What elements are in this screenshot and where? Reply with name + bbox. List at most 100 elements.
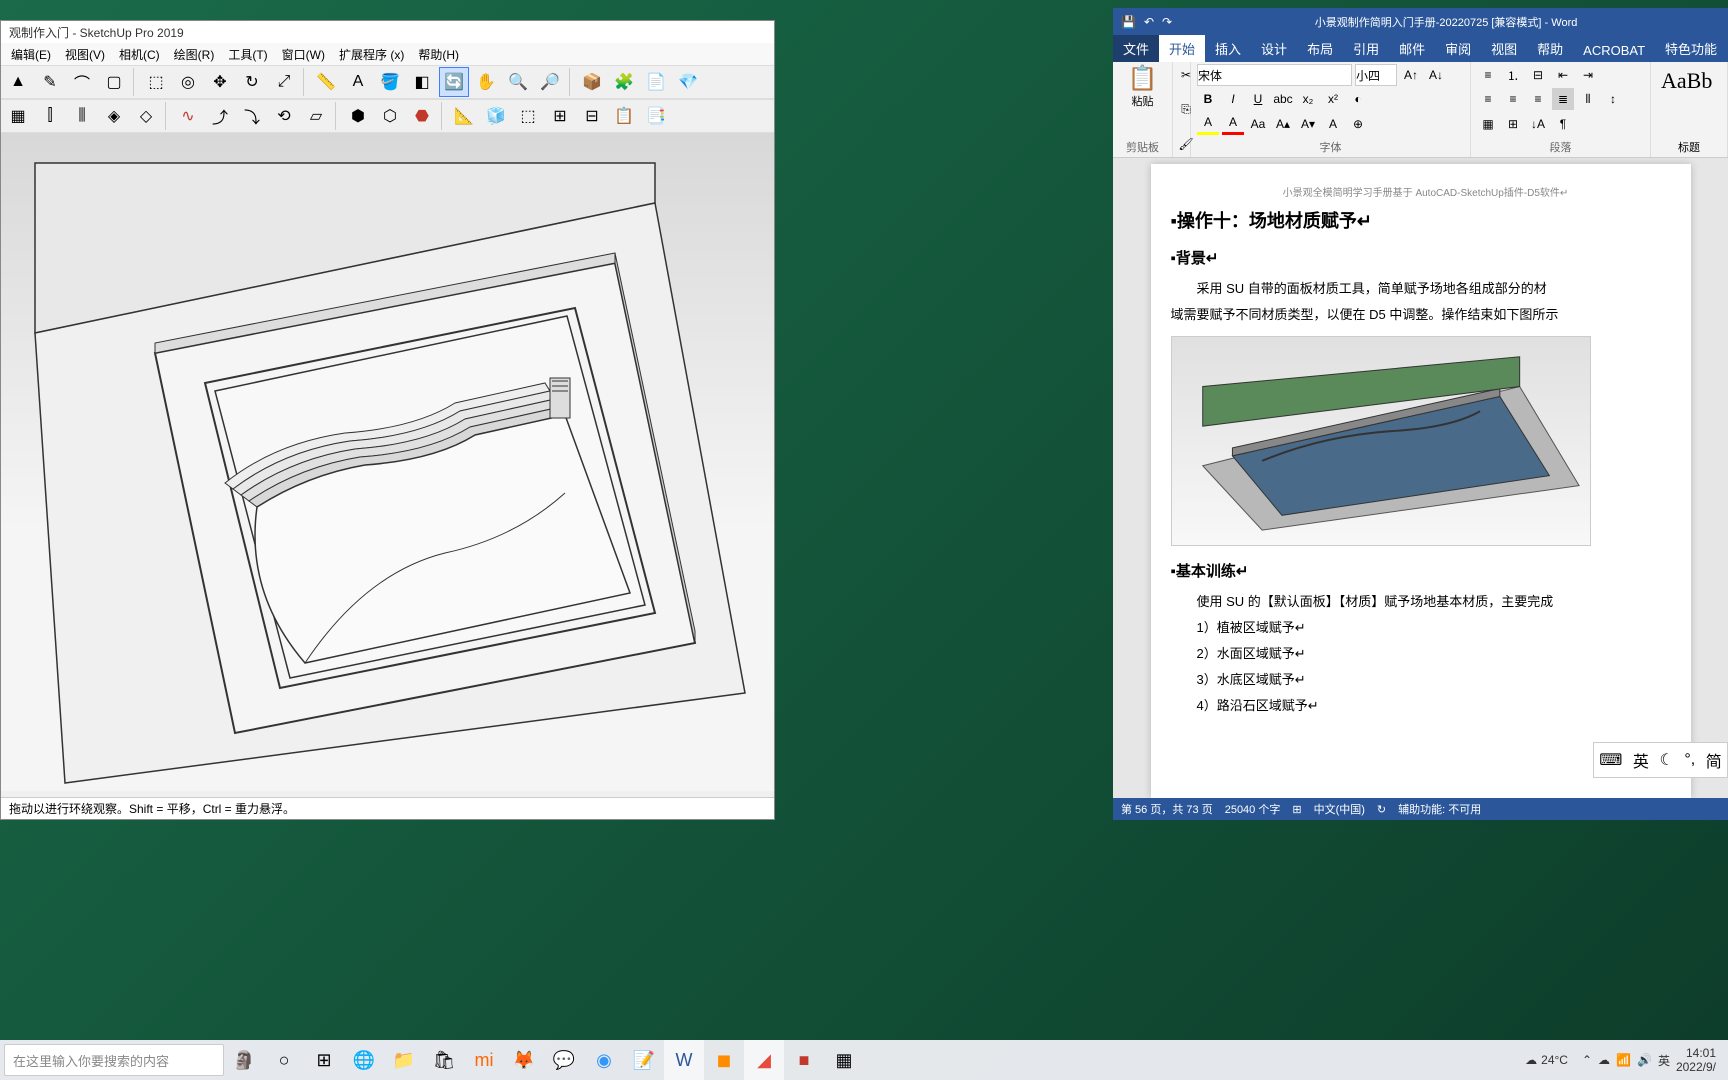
mi-icon[interactable]: mi xyxy=(464,1040,504,1080)
menu-help[interactable]: 帮助(H) xyxy=(412,44,465,65)
component-tool-7[interactable]: 📑 xyxy=(641,101,671,131)
underline-button[interactable]: U xyxy=(1247,88,1269,110)
pan-tool[interactable]: ✋ xyxy=(471,67,501,97)
line-tool[interactable]: ✎ xyxy=(35,67,65,97)
tab-file[interactable]: 文件 xyxy=(1113,35,1159,62)
grow-font-button[interactable]: A▴ xyxy=(1272,113,1294,135)
menu-draw[interactable]: 绘图(R) xyxy=(168,44,221,65)
char-border-button[interactable]: ⊕ xyxy=(1347,113,1369,135)
paste-icon[interactable]: 📋 xyxy=(1119,64,1166,93)
tray-network-icon[interactable]: 📶 xyxy=(1616,1053,1631,1067)
curve-tool-4[interactable]: ⟲ xyxy=(269,101,299,131)
component-tool-2[interactable]: 🧊 xyxy=(481,101,511,131)
select-tool[interactable]: ▲ xyxy=(3,67,33,97)
decrease-indent-button[interactable]: ⇤ xyxy=(1552,64,1574,86)
font-color-button[interactable]: A xyxy=(1222,113,1244,135)
ime-mode[interactable]: 简 xyxy=(1706,748,1722,772)
strikethrough-button[interactable]: abc xyxy=(1272,88,1294,110)
tray-volume-icon[interactable]: 🔊 xyxy=(1637,1053,1652,1067)
task-view-icon[interactable]: ⊞ xyxy=(304,1040,344,1080)
store-icon[interactable]: 🛍 xyxy=(424,1040,464,1080)
sketchup-titlebar[interactable]: 观制作入门 - SketchUp Pro 2019 xyxy=(1,21,774,43)
text-effects-button[interactable]: A xyxy=(1322,113,1344,135)
menu-camera[interactable]: 相机(C) xyxy=(113,44,166,65)
curve-tool-3[interactable]: ⤵ xyxy=(237,101,267,131)
font-name-select[interactable] xyxy=(1197,64,1352,86)
shading-button[interactable]: ▦ xyxy=(1477,113,1499,135)
solid-tool-2[interactable]: ⬡ xyxy=(375,101,405,131)
word-document-area[interactable]: 小景观全模简明学习手册基于 AutoCAD-SketchUp插件-D5软件↵ ▪… xyxy=(1113,158,1728,798)
distribute-button[interactable]: ⫴ xyxy=(1577,88,1599,110)
save-icon[interactable]: 💾 xyxy=(1121,15,1136,29)
cortana-icon[interactable]: ○ xyxy=(264,1040,304,1080)
superscript-button[interactable]: x² xyxy=(1322,88,1344,110)
taskbar-app-icon[interactable]: 🗿 xyxy=(224,1040,264,1080)
ime-switch-icon[interactable]: ⌨ xyxy=(1599,750,1622,770)
italic-button[interactable]: I xyxy=(1222,88,1244,110)
sketchup-taskbar-icon[interactable]: ◢ xyxy=(744,1040,784,1080)
tab-review[interactable]: 审阅 xyxy=(1435,35,1481,62)
numbering-button[interactable]: ⒈ xyxy=(1502,64,1524,86)
menu-window[interactable]: 窗口(W) xyxy=(276,44,331,65)
tray-ime[interactable]: 英 xyxy=(1658,1052,1670,1069)
increase-indent-button[interactable]: ⇥ xyxy=(1577,64,1599,86)
tab-design[interactable]: 设计 xyxy=(1251,35,1297,62)
sketchup-viewport[interactable] xyxy=(1,133,774,791)
tab-view[interactable]: 视图 xyxy=(1481,35,1527,62)
curve-tool-2[interactable]: ⤴ xyxy=(205,101,235,131)
ime-punct-icon[interactable]: °, xyxy=(1684,751,1695,769)
tab-mailings[interactable]: 邮件 xyxy=(1389,35,1435,62)
plugin-tool-4[interactable]: ◈ xyxy=(99,101,129,131)
solid-tool-1[interactable]: ⬢ xyxy=(343,101,373,131)
justify-button[interactable]: ≣ xyxy=(1552,88,1574,110)
pushpull-tool[interactable]: ⬚ xyxy=(141,67,171,97)
component-tool-3[interactable]: ⬚ xyxy=(513,101,543,131)
style-preview[interactable]: AaBb xyxy=(1657,64,1721,98)
rectangle-tool[interactable]: ▢ xyxy=(99,67,129,97)
tray-chevron-icon[interactable]: ⌃ xyxy=(1582,1053,1592,1067)
status-access[interactable]: 辅助功能: 不可用 xyxy=(1398,801,1481,817)
align-left-button[interactable]: ≡ xyxy=(1477,88,1499,110)
shrink-font-button[interactable]: A▾ xyxy=(1297,113,1319,135)
plugin-tool-2[interactable]: ⫿ xyxy=(35,101,65,131)
scale-tool[interactable]: ⤢ xyxy=(269,67,299,97)
arc-tool[interactable]: ⌒ xyxy=(67,67,97,97)
text-tool[interactable]: A xyxy=(343,67,373,97)
plugin-tool-5[interactable]: ◇ xyxy=(131,101,161,131)
redo-icon[interactable]: ↷ xyxy=(1162,15,1172,29)
font-size-select[interactable] xyxy=(1355,64,1397,86)
tab-special[interactable]: 特色功能 xyxy=(1655,35,1727,62)
ruby-icon[interactable]: 💎 xyxy=(673,67,703,97)
extension-icon[interactable]: 🧩 xyxy=(609,67,639,97)
weather-widget[interactable]: ☁ 24°C xyxy=(1525,1053,1568,1067)
align-right-button[interactable]: ≡ xyxy=(1527,88,1549,110)
curve-tool-1[interactable]: ∿ xyxy=(173,101,203,131)
menu-edit[interactable]: 编辑(E) xyxy=(5,44,57,65)
word-titlebar[interactable]: 💾 ↶ ↷ 小景观制作简明入门手册-20220725 [兼容模式] - Word xyxy=(1113,8,1728,36)
status-words[interactable]: 25040 个字 xyxy=(1225,801,1281,817)
wechat-icon[interactable]: 💬 xyxy=(544,1040,584,1080)
paint-tool[interactable]: 🪣 xyxy=(375,67,405,97)
move-tool[interactable]: ✥ xyxy=(205,67,235,97)
multilevel-button[interactable]: ⊟ xyxy=(1527,64,1549,86)
undo-icon[interactable]: ↶ xyxy=(1144,15,1154,29)
line-spacing-button[interactable]: ↕ xyxy=(1602,88,1624,110)
eraser-tool[interactable]: ◧ xyxy=(407,67,437,97)
borders-button[interactable]: ⊞ xyxy=(1502,113,1524,135)
warehouse-icon[interactable]: 📦 xyxy=(577,67,607,97)
explorer-icon[interactable]: 📁 xyxy=(384,1040,424,1080)
ime-moon-icon[interactable]: ☾ xyxy=(1659,750,1673,770)
dingtalk-icon[interactable]: ◉ xyxy=(584,1040,624,1080)
app-gray-icon[interactable]: ▦ xyxy=(824,1040,864,1080)
menu-view[interactable]: 视图(V) xyxy=(59,44,111,65)
bold-button[interactable]: B xyxy=(1197,88,1219,110)
ime-lang[interactable]: 英 xyxy=(1633,748,1649,772)
tab-help[interactable]: 帮助 xyxy=(1527,35,1573,62)
component-tool-6[interactable]: 📋 xyxy=(609,101,639,131)
firefox-icon[interactable]: 🦊 xyxy=(504,1040,544,1080)
subscript-button[interactable]: x₂ xyxy=(1297,88,1319,110)
tape-tool[interactable]: 📏 xyxy=(311,67,341,97)
tab-acrobat[interactable]: ACROBAT xyxy=(1573,39,1655,62)
orbit-tool[interactable]: 🔄 xyxy=(439,67,469,97)
offset-tool[interactable]: ◎ xyxy=(173,67,203,97)
